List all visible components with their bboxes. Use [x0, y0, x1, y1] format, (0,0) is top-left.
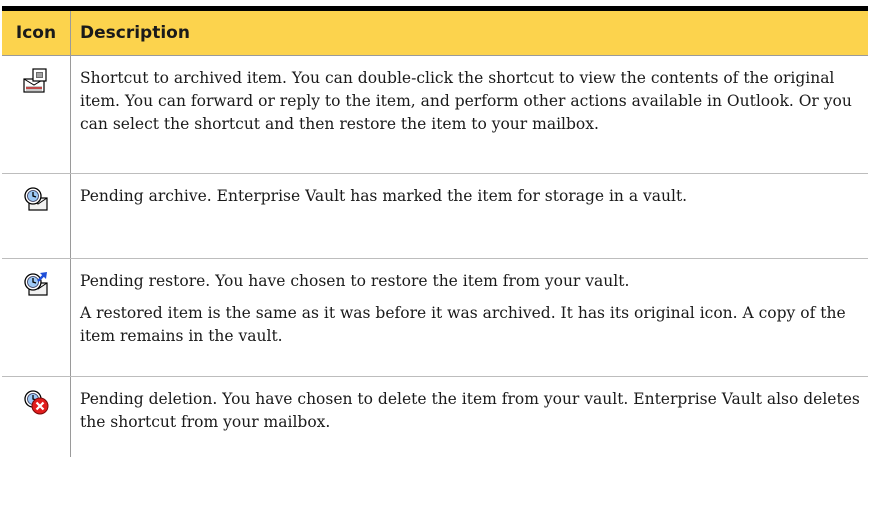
description-text: Pending restore. You have chosen to rest…	[80, 272, 630, 290]
icon-column-header: Icon	[2, 11, 71, 55]
icon-cell	[2, 259, 71, 376]
description-cell: Shortcut to archived item. You can doubl…	[71, 56, 868, 173]
description-text: Pending archive. Enterprise Vault has ma…	[80, 187, 688, 205]
table-row: Pending restore. You have chosen to rest…	[2, 259, 868, 377]
icon-cell	[2, 377, 71, 457]
icon-description-table: Icon Description Shortcut to archived it…	[2, 6, 868, 457]
description-cell: Pending archive. Enterprise Vault has ma…	[71, 174, 868, 258]
pending-deletion-icon	[23, 389, 49, 415]
description-cell: Pending restore. You have chosen to rest…	[71, 259, 868, 376]
pending-restore-icon	[23, 271, 49, 297]
table-row: Pending deletion. You have chosen to del…	[2, 377, 868, 457]
pending-archive-icon	[23, 186, 49, 212]
icon-cell	[2, 174, 71, 258]
table-header-row: Icon Description	[2, 11, 868, 56]
description-column-header-label: Description	[80, 22, 190, 43]
description-text: Shortcut to archived item. You can doubl…	[80, 69, 852, 133]
table-row: Shortcut to archived item. You can doubl…	[2, 56, 868, 174]
table-row: Pending archive. Enterprise Vault has ma…	[2, 174, 868, 259]
description-text: Pending deletion. You have chosen to del…	[80, 390, 860, 431]
icon-cell	[2, 56, 71, 173]
description-column-header: Description	[71, 11, 868, 55]
archived-shortcut-icon	[23, 68, 49, 94]
description-text: A restored item is the same as it was be…	[80, 304, 846, 345]
icon-column-header-label: Icon	[15, 23, 57, 43]
description-cell: Pending deletion. You have chosen to del…	[71, 377, 868, 457]
